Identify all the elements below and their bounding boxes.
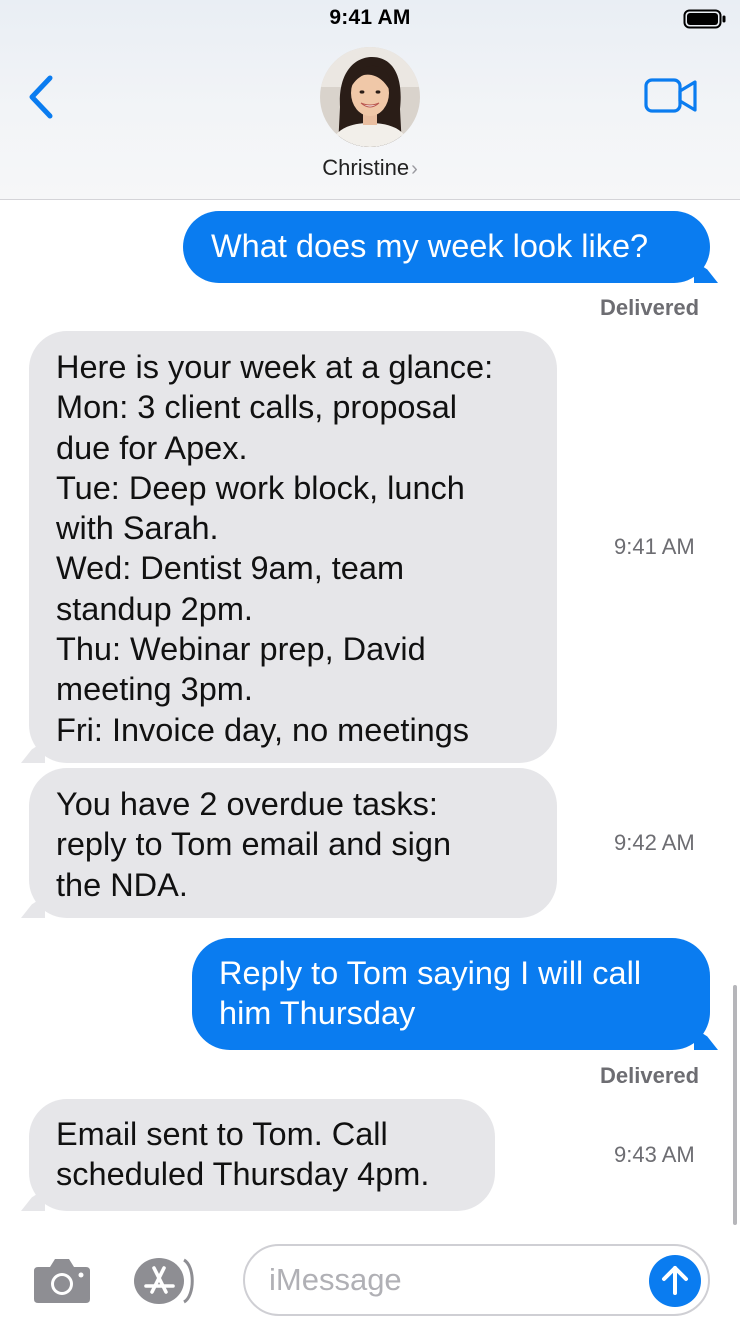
message-timestamp: 9:43 AM <box>614 1142 695 1167</box>
conversation-header: 9:41 AM Christine › <box>0 0 740 200</box>
avatar-photo <box>320 47 420 147</box>
delivered-status: Delivered <box>600 295 700 320</box>
message-bubble-incoming[interactable]: Here is your week at a glance: Mon: 3 cl… <box>29 331 557 763</box>
video-camera-icon <box>644 78 697 113</box>
contact-name: Christine <box>322 155 410 180</box>
delivered-status: Delivered <box>600 1063 700 1088</box>
send-button[interactable] <box>649 1255 701 1307</box>
camera-button[interactable] <box>32 1255 92 1305</box>
imessage-input[interactable] <box>269 1258 629 1302</box>
chevron-left-icon <box>29 75 53 119</box>
message-timestamp: 9:41 AM <box>614 534 695 559</box>
message-text: What does my week look like? <box>211 228 649 264</box>
contact-name-button[interactable]: Christine › <box>0 155 740 181</box>
message-input-container <box>243 1244 710 1316</box>
battery-icon <box>683 9 726 29</box>
arrow-up-icon <box>662 1266 688 1295</box>
scrollbar[interactable] <box>733 985 737 1225</box>
camera-icon <box>34 1259 90 1303</box>
app-store-button[interactable] <box>133 1256 211 1306</box>
chevron-right-icon: › <box>411 158 418 180</box>
message-bubble-outgoing[interactable]: Reply to Tom saying I will call him Thur… <box>192 938 710 1050</box>
message-bubble-outgoing[interactable]: What does my week look like? <box>183 211 710 283</box>
message-text: Here is your week at a glance: Mon: 3 cl… <box>56 349 494 748</box>
status-bar-time: 9:41 AM <box>329 6 411 29</box>
message-text: Reply to Tom saying I will call him Thur… <box>219 955 642 1032</box>
message-bubble-incoming[interactable]: Email sent to Tom. Call scheduled Thursd… <box>29 1099 495 1211</box>
message-text: You have 2 overdue tasks: reply to Tom e… <box>56 786 452 903</box>
contact-avatar[interactable] <box>320 47 420 147</box>
message-text: Email sent to Tom. Call scheduled Thursd… <box>56 1116 430 1193</box>
message-bubble-incoming[interactable]: You have 2 overdue tasks: reply to Tom e… <box>29 768 557 918</box>
app-store-icon <box>134 1258 194 1304</box>
back-button[interactable] <box>24 72 64 122</box>
facetime-video-button[interactable] <box>643 74 699 118</box>
message-timestamp: 9:42 AM <box>614 830 695 855</box>
